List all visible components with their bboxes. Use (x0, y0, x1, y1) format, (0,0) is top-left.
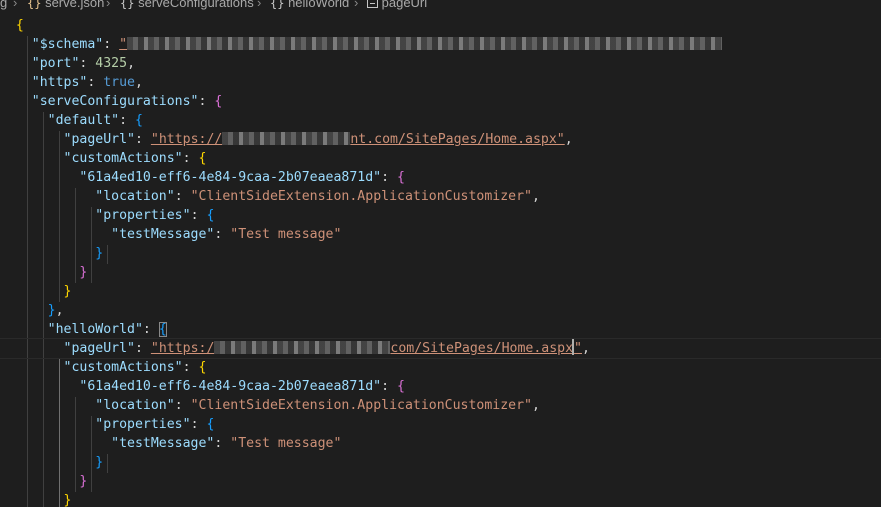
object-braces-icon: {} (270, 0, 285, 10)
code-line: "default": { (47, 113, 143, 128)
code-line: "helloWorld": { (47, 322, 167, 337)
code-line: } (63, 493, 72, 507)
breadcrumb-item-file[interactable]: {} serve.json (27, 0, 104, 9)
redacted-text (214, 341, 391, 354)
string-property-icon (367, 0, 378, 8)
breadcrumb-item-helloworld[interactable]: {} helloWorld (270, 0, 349, 9)
code-line: { (15, 18, 24, 33)
breadcrumb-item-serveconfigurations[interactable]: {} serveConfigurations (120, 0, 254, 9)
chevron-right-icon: › (354, 0, 359, 10)
code-line: "properties": { (95, 208, 215, 223)
code-line: } (95, 455, 104, 470)
redacted-text (222, 132, 351, 145)
code-line: "pageUrl": "https://nt.com/SitePages/Hom… (63, 132, 573, 147)
code-line: "testMessage": "Test message" (111, 436, 342, 451)
code-line: "61a4ed10-eff6-4e84-9caa-2b07eaea871d": … (79, 379, 405, 394)
code-line: } (79, 265, 88, 280)
chevron-right-icon: › (13, 0, 18, 10)
code-line: } (95, 246, 104, 261)
code-line: "location": "ClientSideExtension.Applica… (95, 189, 540, 204)
chevron-right-icon: › (257, 0, 262, 10)
code-line: "customActions": { (63, 151, 207, 166)
code-line: } (79, 474, 88, 489)
code-editor[interactable]: { "$schema": " "port": 4325, "https": tr… (0, 12, 881, 507)
object-braces-icon: {} (120, 0, 135, 10)
json-braces-icon: {} (27, 0, 42, 10)
code-line: "properties": { (95, 417, 215, 432)
code-line: "$schema": " (0, 35, 881, 54)
breadcrumb-item-folder[interactable]: g (0, 0, 7, 9)
code-line: "serveConfigurations": { (31, 94, 223, 109)
code-line: "testMessage": "Test message" (111, 227, 342, 242)
breadcrumb-item-pageurl[interactable]: pageUrl (367, 0, 427, 9)
breadcrumb: g › {} serve.json › {} serveConfiguratio… (0, 0, 881, 12)
code-line: "https": true, (31, 75, 143, 90)
code-line: "customActions": { (63, 360, 207, 375)
code-line: } (63, 284, 72, 299)
code-line: "location": "ClientSideExtension.Applica… (95, 398, 540, 413)
redacted-text (127, 37, 723, 50)
chevron-right-icon: › (106, 0, 111, 10)
code-line: "port": 4325, (31, 56, 136, 71)
code-line: }, (47, 303, 64, 318)
code-line: "61a4ed10-eff6-4e84-9caa-2b07eaea871d": … (79, 170, 405, 185)
code-line-current: "pageUrl": "https:/com/SitePages/Home.as… (0, 338, 881, 359)
